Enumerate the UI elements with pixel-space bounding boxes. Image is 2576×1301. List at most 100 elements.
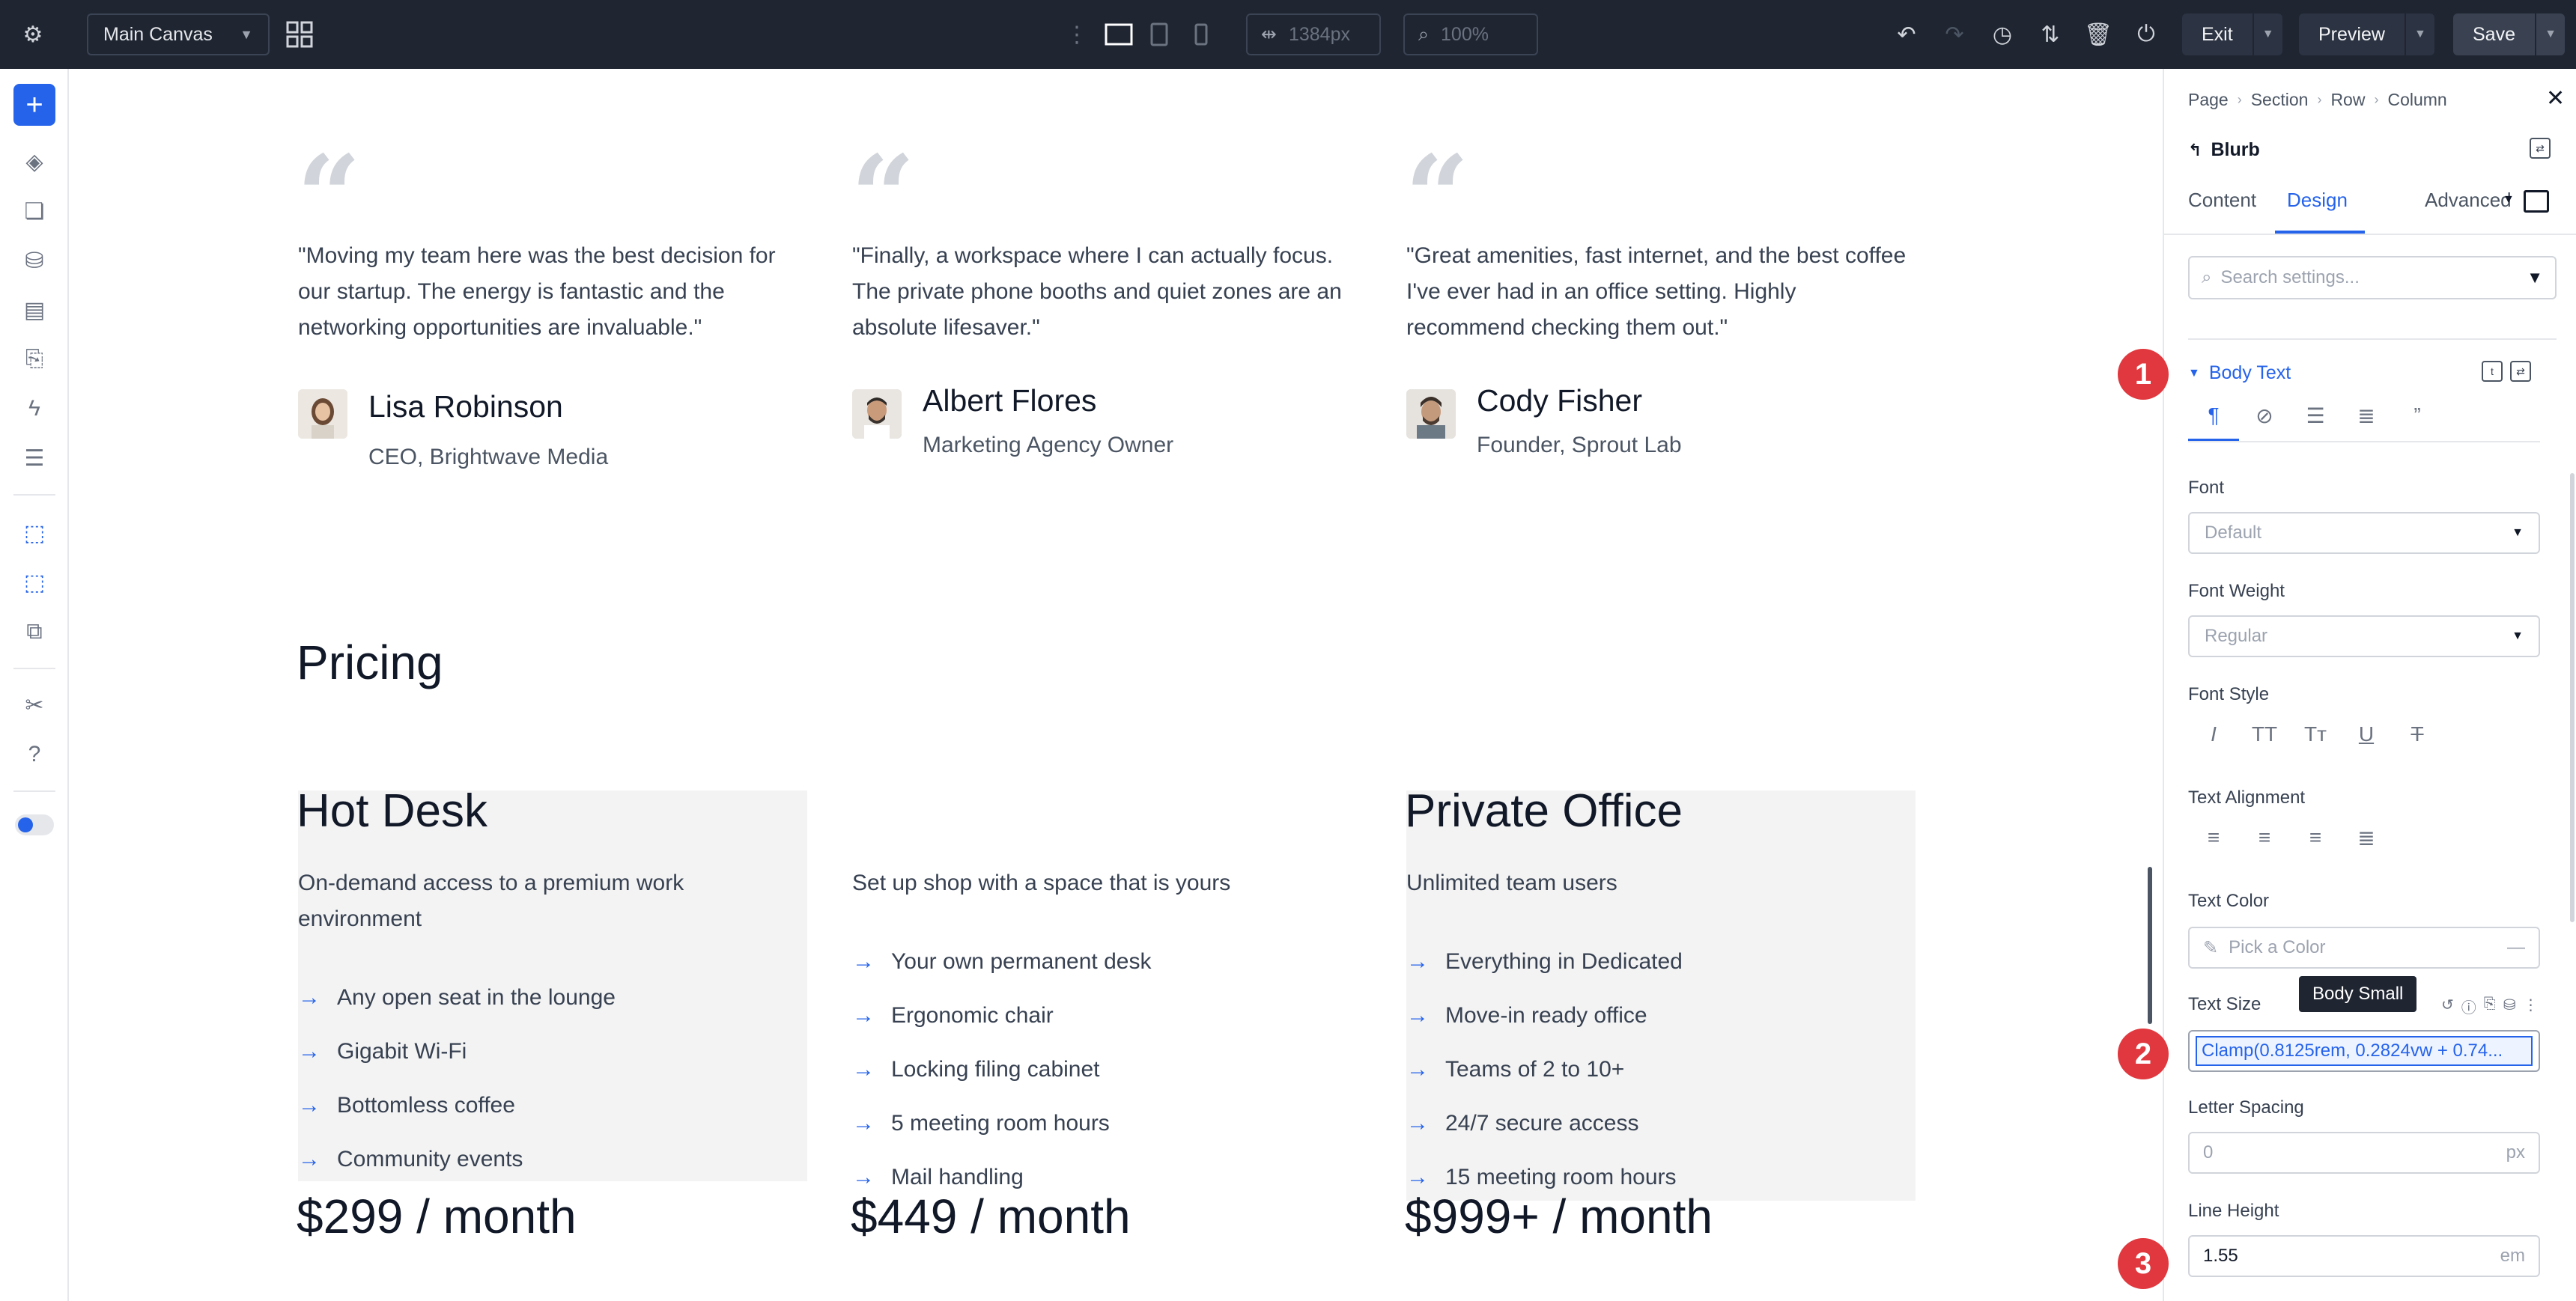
align-center-icon[interactable]: ≡	[2239, 819, 2290, 856]
preview-dropdown-icon[interactable]: ▼	[2404, 13, 2434, 55]
library-icon[interactable]: ❏	[16, 193, 52, 229]
reset-icon[interactable]: ↺	[2441, 996, 2454, 1017]
tablet-view-icon[interactable]	[1141, 16, 1177, 52]
letter-spacing-input[interactable]: 0 px	[2188, 1132, 2540, 1174]
testimonial-quote: "Moving my team here was the best decisi…	[298, 243, 776, 340]
paragraph-icon[interactable]: ¶	[2188, 397, 2239, 434]
info-icon[interactable]: ⓘ	[2461, 996, 2476, 1017]
save-dropdown-icon[interactable]: ▼	[2534, 13, 2565, 55]
zoom-field[interactable]: ⌕ 100%	[1403, 13, 1538, 55]
canvas-scrollbar[interactable]	[2148, 867, 2152, 1024]
canvas-select-label: Main Canvas	[103, 23, 213, 45]
avatar	[298, 389, 347, 439]
font-weight-select[interactable]: Regular ▼	[2188, 615, 2540, 657]
align-justify-icon[interactable]: ≣	[2341, 819, 2392, 856]
capitalize-icon[interactable]: Tт	[2290, 716, 2341, 753]
module-title: Blurb	[2211, 139, 2260, 160]
dynamic-content-icon[interactable]: ⛁	[2503, 996, 2516, 1017]
phone-view-icon[interactable]	[1183, 16, 1219, 52]
text-color-picker[interactable]: ✎ Pick a Color —	[2188, 927, 2540, 969]
line-height-label: Line Height	[2188, 1201, 2279, 1221]
panel-layout-icon[interactable]	[2524, 190, 2549, 213]
breadcrumb-section[interactable]: Section	[2251, 90, 2309, 110]
text-color-placeholder: Pick a Color	[2229, 937, 2326, 957]
align-right-icon[interactable]: ≡	[2290, 819, 2341, 856]
arrow-right-icon: →	[852, 949, 875, 974]
plan-price: $299 / month	[297, 1189, 577, 1243]
group-options-icon[interactable]: ⇄	[2510, 361, 2531, 382]
trash-icon[interactable]: 🗑	[2080, 16, 2116, 52]
tab-design[interactable]: Design	[2287, 189, 2348, 212]
database-icon[interactable]: ⛁	[16, 243, 52, 278]
lightning-icon[interactable]: ϟ	[16, 391, 52, 427]
search-settings-input[interactable]: ⌕ Search settings... ▼	[2188, 256, 2557, 299]
add-module-button[interactable]: +	[13, 84, 55, 126]
text-size-input[interactable]: Clamp(0.8125rem, 0.2824vw + 0.74...	[2188, 1030, 2540, 1072]
list-settings-icon[interactable]: ☰	[16, 440, 52, 476]
panel-scrollbar[interactable]	[2570, 473, 2575, 922]
breadcrumb-page[interactable]: Page	[2188, 90, 2229, 110]
canvas-select[interactable]: Main Canvas ▼	[87, 13, 270, 55]
strikethrough-icon[interactable]: T	[2392, 716, 2443, 753]
sort-icon[interactable]: ⇅	[2032, 16, 2068, 52]
arrow-right-icon: →	[1406, 1165, 1429, 1189]
zoom-icon: ⌕	[1418, 23, 1430, 45]
module-options-icon[interactable]: ⇄	[2530, 138, 2551, 159]
tab-content[interactable]: Content	[2188, 189, 2256, 212]
gear-icon[interactable]: ⚙	[15, 16, 51, 52]
italic-icon[interactable]: I	[2188, 716, 2239, 753]
feature-label: 15 meeting room hours	[1445, 1165, 1677, 1189]
multi-select-icon[interactable]: ⬚	[16, 564, 52, 600]
plan-feature: → Locking filing cabinet	[852, 1057, 1100, 1082]
line-height-unit[interactable]: em	[2500, 1246, 2525, 1267]
font-weight-label: Font Weight	[2188, 581, 2285, 601]
rail-divider	[13, 494, 55, 496]
ordered-list-icon[interactable]: ≣	[2341, 397, 2392, 434]
mode-toggle[interactable]	[15, 814, 54, 835]
chevron-right-icon: ›	[2374, 92, 2379, 107]
line-height-input[interactable]: 1.55 em	[2188, 1235, 2540, 1277]
back-arrow-icon[interactable]: ↰	[2188, 141, 2202, 160]
grid-view-icon[interactable]	[282, 16, 318, 52]
breadcrumb-row[interactable]: Row	[2330, 90, 2365, 110]
exit-dropdown-icon[interactable]: ▼	[2252, 13, 2282, 55]
unordered-list-icon[interactable]: ☰	[2290, 397, 2341, 434]
plan-subtitle: Set up shop with a space that is yours	[852, 871, 1231, 895]
form-icon[interactable]: ▤	[16, 292, 52, 328]
underline-icon[interactable]: U	[2341, 716, 2392, 753]
more-options-icon[interactable]: ⋮	[2524, 996, 2539, 1017]
wireframe-icon[interactable]: ⧉	[16, 614, 52, 650]
pages-icon[interactable]: ⎘	[16, 341, 52, 377]
power-icon[interactable]: ⏻	[2128, 16, 2164, 52]
tabs-dropdown-icon[interactable]: ▼	[2503, 193, 2515, 207]
plan-feature: → Move-in ready office	[1406, 1003, 1647, 1029]
select-tool-icon[interactable]: ⬚	[16, 515, 52, 551]
uppercase-icon[interactable]: TT	[2239, 716, 2290, 753]
font-select[interactable]: Default ▼	[2188, 512, 2540, 554]
tab-advanced[interactable]: Advanced	[2425, 189, 2512, 212]
save-button[interactable]: Save ▼	[2453, 13, 2565, 55]
filter-icon[interactable]: ▼	[2527, 268, 2543, 287]
text-style-icon[interactable]: t	[2482, 361, 2503, 382]
undo-icon[interactable]: ↶	[1889, 16, 1925, 52]
close-icon[interactable]: ✕	[2546, 85, 2565, 112]
breadcrumb-column[interactable]: Column	[2387, 90, 2446, 110]
help-icon[interactable]: ?	[16, 737, 52, 773]
exit-button[interactable]: Exit ▼	[2182, 13, 2282, 55]
canvas-width-field[interactable]: ⇹ 1384px	[1246, 13, 1381, 55]
copy-icon[interactable]: ⎘	[2484, 996, 2496, 1017]
history-icon[interactable]: ◷	[1984, 16, 2020, 52]
body-text-group-toggle[interactable]: ▼ Body Text	[2188, 362, 2291, 384]
link-icon[interactable]: ⊘	[2239, 397, 2290, 434]
clear-color-icon[interactable]: —	[2507, 937, 2525, 958]
align-left-icon[interactable]: ≡	[2188, 819, 2239, 856]
desktop-view-icon[interactable]	[1101, 16, 1137, 52]
tools-icon[interactable]: ✂	[16, 687, 52, 723]
redo-icon[interactable]: ↷	[1936, 16, 1972, 52]
layers-icon[interactable]: ◈	[16, 144, 52, 180]
letter-spacing-unit[interactable]: px	[2506, 1142, 2525, 1163]
avatar	[1406, 389, 1456, 439]
more-vertical-icon[interactable]: ⋮	[1059, 16, 1095, 52]
blockquote-icon[interactable]: ”	[2392, 397, 2443, 434]
preview-button[interactable]: Preview ▼	[2299, 13, 2434, 55]
